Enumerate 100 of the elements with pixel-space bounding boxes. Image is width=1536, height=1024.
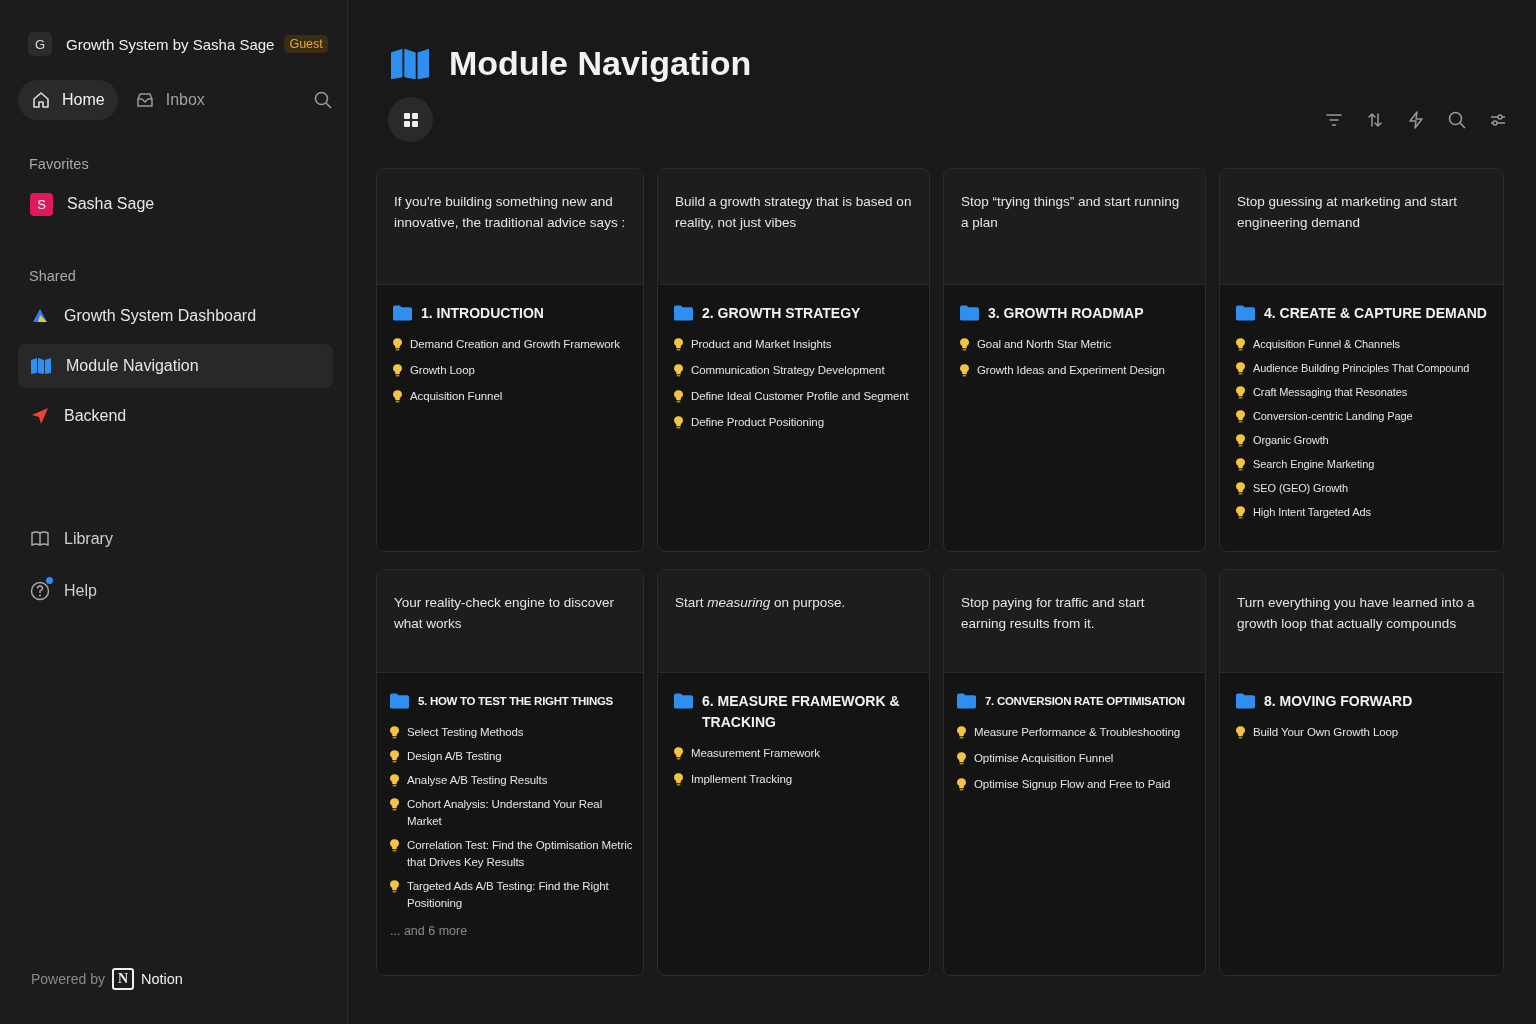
nav-tab[interactable]: Inbox	[121, 80, 218, 120]
lesson-link[interactable]: Growth Ideas and Experiment Design	[977, 362, 1165, 379]
lightbulb-icon	[957, 726, 966, 739]
lesson-link[interactable]: Growth Loop	[410, 362, 475, 379]
module-title: 6. MEASURE FRAMEWORK & TRACKING	[702, 692, 901, 732]
folder-icon	[960, 305, 979, 321]
sidebar-item[interactable]: S Sasha Sage	[18, 182, 333, 226]
lightbulb-icon	[390, 880, 399, 893]
lightbulb-icon	[1236, 506, 1245, 519]
lightbulb-icon	[960, 338, 969, 351]
lightbulb-icon	[674, 338, 683, 351]
lesson-link[interactable]: Product and Market Insights	[691, 336, 832, 353]
lesson-link[interactable]: Cohort Analysis: Understand Your Real Market	[407, 796, 639, 830]
module-title: 5. HOW TO TEST THE RIGHT THINGS	[418, 694, 613, 709]
module-tagline: Turn everything you have learned into a growth loop that actually compounds	[1237, 594, 1476, 633]
module-tagline: Stop paying for traffic and start earning results from it.	[961, 594, 1146, 633]
lesson-link[interactable]: Measure Performance & Troubleshooting	[974, 724, 1180, 741]
lesson-link[interactable]: Conversion-centric Landing Page	[1253, 408, 1413, 425]
module-card[interactable]: Turn everything you have learned into a growth loop that actually compounds 8. MOVING FORWARD Build Your Own Growth Loop	[1219, 569, 1504, 976]
search-icon[interactable]	[313, 90, 333, 110]
module-title: 7. CONVERSION RATE OPTIMISATION	[985, 694, 1185, 709]
lesson-link[interactable]: SEO (GEO) Growth	[1253, 480, 1348, 497]
grid-icon	[402, 111, 419, 128]
lesson-link[interactable]: Organic Growth	[1253, 432, 1329, 449]
lesson-link[interactable]: Acquisition Funnel & Channels	[1253, 336, 1400, 353]
lightbulb-icon	[1236, 410, 1245, 423]
lightbulb-icon	[1236, 362, 1245, 375]
notion-logo-icon: N	[111, 968, 134, 990]
folder-icon	[1236, 693, 1255, 709]
lesson-link[interactable]: Correlation Test: Find the Optimisation Metric that Drives Key Results	[407, 837, 639, 871]
lesson-link[interactable]: Search Engine Marketing	[1253, 456, 1375, 473]
lesson-link[interactable]: Impllement Tracking	[691, 771, 792, 788]
module-card[interactable]	[1219, 168, 1504, 552]
lesson-link[interactable]: Optimise Acquisition Funnel	[974, 750, 1114, 767]
workspace-name[interactable]: Growth System by Sasha Sage	[66, 35, 275, 53]
lesson-link[interactable]: Define Ideal Customer Profile and Segment	[691, 388, 909, 405]
lesson-link[interactable]: Build Your Own Growth Loop	[1253, 724, 1399, 741]
module-card[interactable]	[376, 569, 644, 976]
lightning-icon[interactable]	[1406, 109, 1426, 130]
lightbulb-icon	[674, 747, 683, 760]
section-heading: Favorites	[28, 156, 90, 172]
module-title: 2. GROWTH STRATEGY	[702, 304, 861, 323]
guest-badge: Guest	[284, 35, 328, 53]
module-card[interactable]: Stop “trying things” and start running a plan 3. GROWTH ROADMAP Goal and North Star Metric Growth Ideas and Experiment Design	[943, 168, 1206, 552]
lightbulb-icon	[1236, 338, 1245, 351]
lightbulb-icon	[957, 778, 966, 791]
brand-name[interactable]: Notion	[140, 971, 183, 987]
module-title: 3. GROWTH ROADMAP	[988, 304, 1144, 323]
home-icon	[31, 90, 51, 110]
lesson-link[interactable]: High Intent Targeted Ads	[1253, 504, 1371, 521]
module-title: 8. MOVING FORWARD	[1264, 692, 1413, 711]
map-icon	[30, 356, 52, 376]
workspace-avatar: G	[28, 32, 52, 56]
lesson-link[interactable]: Analyse A/B Testing Results	[407, 772, 548, 789]
lightbulb-icon	[393, 390, 402, 403]
lightbulb-icon	[1236, 458, 1245, 471]
lesson-link[interactable]: Design A/B Testing	[407, 748, 502, 765]
lesson-link[interactable]: Measurement Framework	[691, 745, 820, 762]
folder-icon	[1236, 305, 1255, 321]
lightbulb-icon	[674, 364, 683, 377]
module-tagline: If you're building something new and innovative, the traditional advice says :	[394, 193, 627, 232]
lesson-link[interactable]: Demand Creation and Growth Framework	[410, 336, 620, 353]
folder-icon	[390, 693, 409, 709]
lesson-link[interactable]: Goal and North Star Metric	[977, 336, 1112, 353]
folder-icon	[674, 305, 693, 321]
lesson-link[interactable]: Acquisition Funnel	[410, 388, 503, 405]
sidebar-item[interactable]: Module Navigation	[18, 344, 333, 388]
module-tagline: Start measuring on purpose.	[675, 594, 847, 612]
powered-by-text: Powered by	[31, 971, 105, 987]
lightbulb-icon	[957, 752, 966, 765]
folder-icon	[393, 305, 412, 321]
nav-tab[interactable]: Home	[18, 80, 118, 120]
module-tagline: Build a growth strategy that is based on reality, not just vibes	[675, 193, 913, 232]
lesson-link[interactable]: Define Product Positioning	[691, 414, 824, 431]
lesson-link[interactable]: Optimise Signup Flow and Free to Paid	[974, 776, 1171, 793]
search-icon[interactable]	[1447, 109, 1467, 130]
module-card[interactable]: Start measuring on purpose. 6. MEASURE FRAMEWORK & TRACKING Measurement Framework Impllement Tracking	[657, 569, 930, 976]
module-card[interactable]: Stop paying for traffic and start earning results from it. 7. CONVERSION RATE OPTIMISATION Measure Performance & Troubleshooting Optimise Acquisition Funnel Optimise Signup Flow and Free to Paid	[943, 569, 1206, 976]
lesson-link[interactable]: Communication Strategy Development	[691, 362, 885, 379]
sidebar-link[interactable]: Library	[18, 516, 333, 562]
sidebar-item[interactable]: Backend	[18, 394, 333, 438]
sidebar-item[interactable]: Growth System Dashboard	[18, 294, 333, 338]
lightbulb-icon	[390, 774, 399, 787]
gallery-view-button[interactable]	[388, 97, 433, 142]
module-title: 4. CREATE & CAPTURE DEMAND	[1264, 304, 1487, 323]
folder-icon	[957, 693, 976, 709]
sidebar-link[interactable]: Help	[18, 568, 333, 614]
module-card[interactable]	[657, 168, 930, 552]
lightbulb-icon	[674, 773, 683, 786]
module-card[interactable]: If you're building something new and innovative, the traditional advice says : 1. INTRODUCTION Demand Creation and Growth Framework Growth Loop Acquisition Funnel	[376, 168, 644, 552]
lesson-link[interactable]: Targeted Ads A/B Testing: Find the Right Positioning	[407, 878, 639, 912]
lightbulb-icon	[960, 364, 969, 377]
lesson-link[interactable]: Select Testing Methods	[407, 724, 524, 741]
lesson-link[interactable]: Craft Messaging that Resonates	[1253, 384, 1408, 401]
more-lessons-text[interactable]: ... and 6 more	[390, 924, 639, 938]
module-tagline: Stop “trying things” and start running a plan	[961, 193, 1181, 232]
lesson-link[interactable]: Audience Building Principles That Compound	[1253, 360, 1470, 377]
lightbulb-icon	[674, 416, 683, 429]
lightbulb-icon	[674, 390, 683, 403]
folder-icon	[674, 693, 693, 709]
